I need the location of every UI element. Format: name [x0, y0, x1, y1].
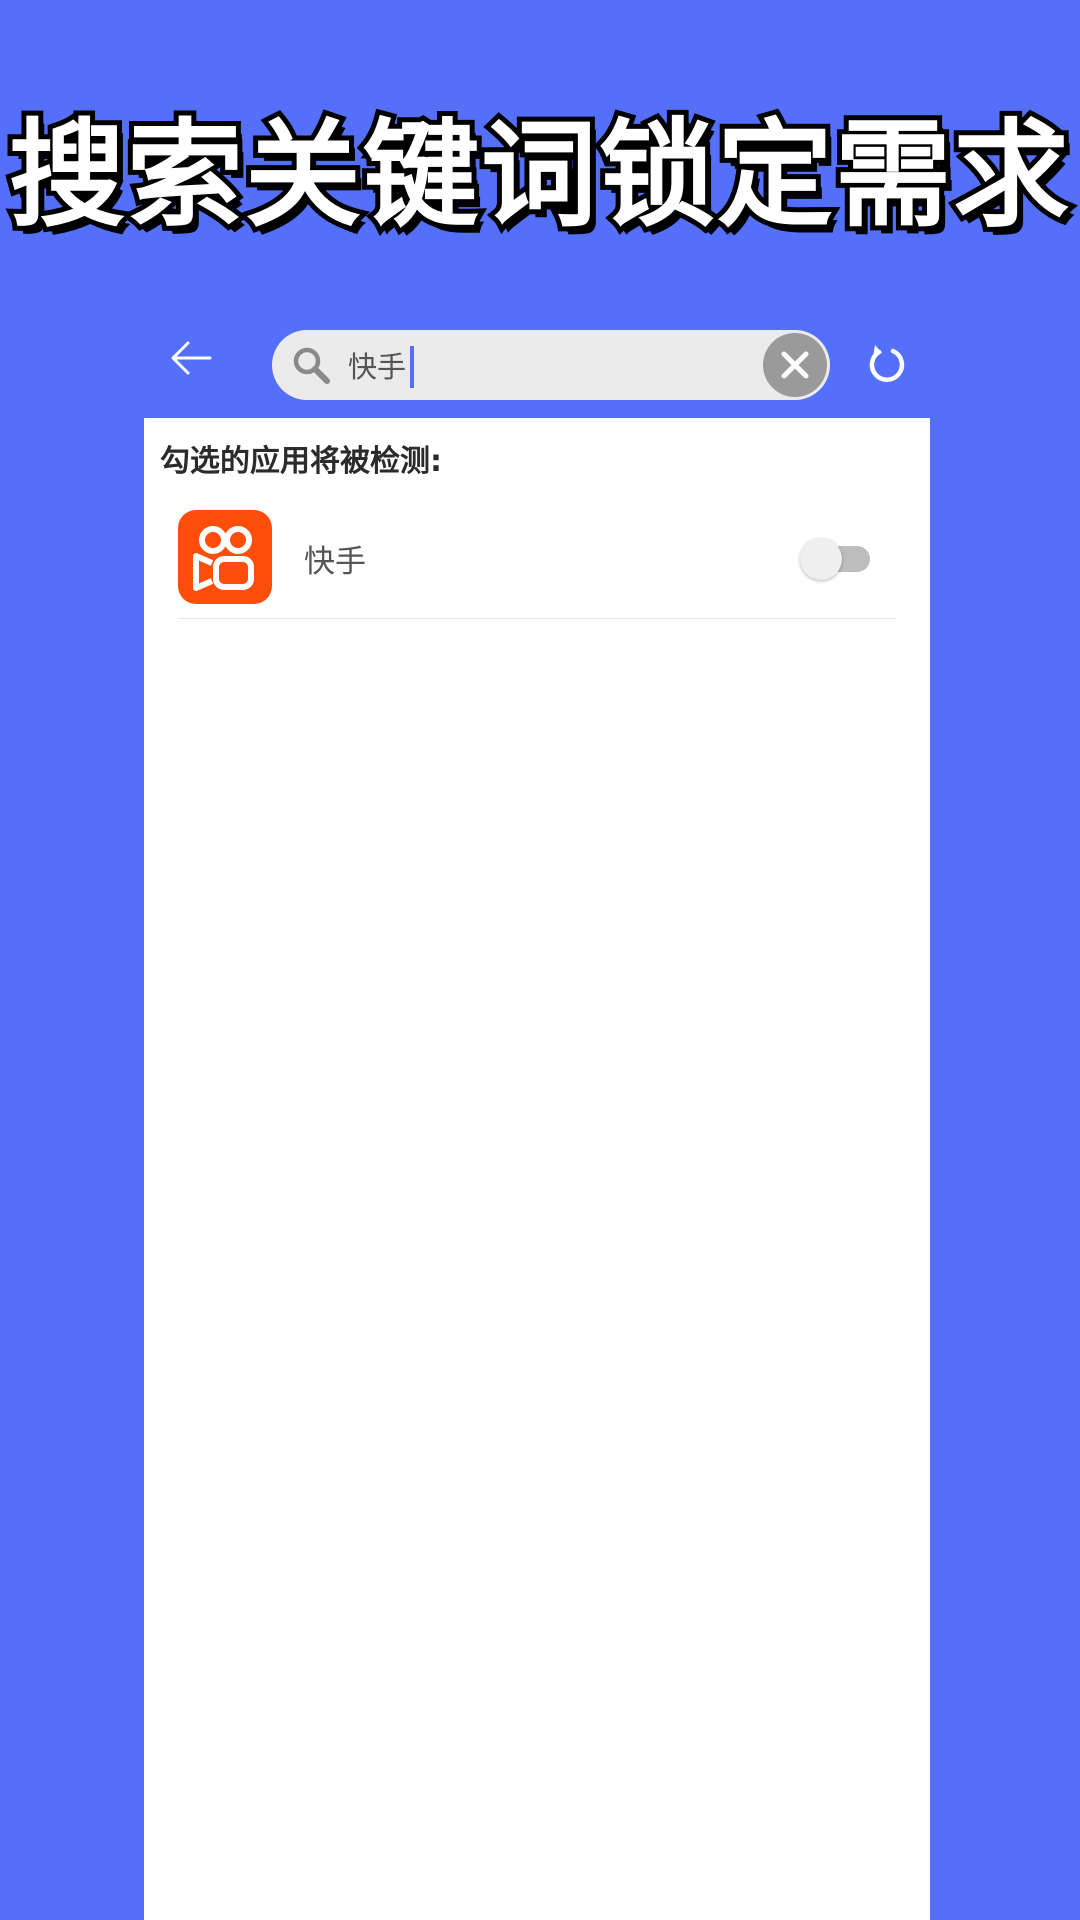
back-button[interactable]: [166, 332, 218, 384]
close-icon: [781, 351, 809, 379]
detect-toggle[interactable]: [800, 538, 870, 580]
refresh-icon: [869, 345, 905, 382]
toolbar: [144, 296, 930, 418]
text-caret: [410, 346, 414, 388]
app-list-panel: 勾选的应用将被检测: 快手: [144, 418, 930, 1920]
refresh-button[interactable]: [862, 340, 912, 390]
promo-headline: 搜索关键词锁定需求: [4, 107, 1074, 244]
search-input[interactable]: [348, 340, 728, 390]
app-screen: 勾选的应用将被检测: 快手: [144, 296, 930, 1920]
kuaishou-app-icon: [178, 510, 272, 604]
toggle-knob: [800, 538, 842, 580]
section-title: 勾选的应用将被检测:: [160, 444, 442, 479]
arrow-left-icon: [171, 341, 212, 375]
app-name: 快手: [304, 544, 366, 580]
clear-search-button[interactable]: [763, 333, 827, 397]
app-list-item[interactable]: 快手: [178, 506, 896, 619]
search-bar[interactable]: [272, 330, 830, 400]
search-icon: [293, 347, 330, 384]
